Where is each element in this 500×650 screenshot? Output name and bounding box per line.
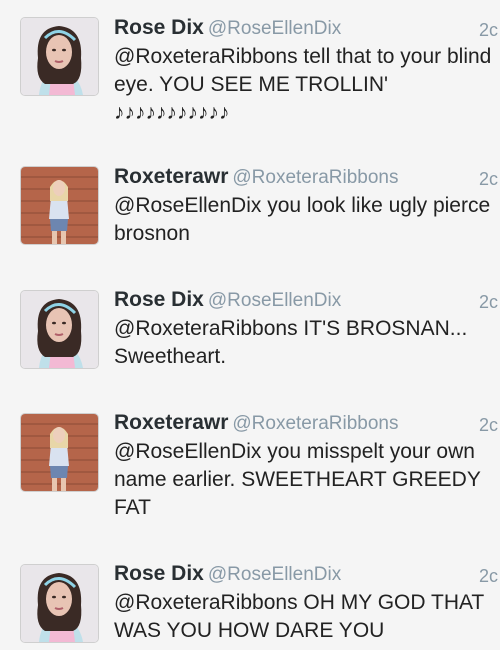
tweet-text: @RoseEllenDix you look like ugly pierce … — [114, 194, 491, 245]
display-name[interactable]: Rose Dix — [114, 16, 204, 39]
tweet-item[interactable]: Rose Dix @RoseEllenDix 2c @RoxeteraRibbon… — [0, 268, 500, 393]
rose-avatar[interactable] — [20, 17, 99, 96]
tweet-item[interactable]: Rose Dix @RoseEllenDix 2c @RoxeteraRibbon… — [0, 0, 500, 147]
user-handle[interactable]: @RoseEllenDix — [208, 18, 341, 39]
tweet-timestamp[interactable]: 2c — [479, 415, 498, 436]
user-handle[interactable]: @RoxeteraRibbons — [232, 167, 398, 188]
user-handle[interactable]: @RoseEllenDix — [208, 290, 341, 311]
tweet-text: @RoxeteraRibbons tell that to your blind… — [114, 45, 492, 124]
tweet-text: @RoxeteraRibbons IT'S BROSNAN... Sweethe… — [114, 317, 468, 368]
rose-avatar[interactable] — [20, 290, 99, 369]
rose-avatar[interactable] — [20, 564, 99, 643]
tweet-timestamp[interactable]: 2c — [479, 566, 498, 587]
tweet-item[interactable]: Roxeterawr @RoxeteraRibbons 2c @RoseEllen… — [0, 392, 500, 544]
display-name[interactable]: Rose Dix — [114, 562, 204, 585]
display-name[interactable]: Roxeterawr — [114, 411, 228, 434]
roxeterawr-avatar[interactable] — [20, 413, 99, 492]
tweet-timestamp[interactable]: 2c — [479, 169, 498, 190]
display-name[interactable]: Roxeterawr — [114, 165, 228, 188]
timeline: Rose Dix @RoseEllenDix 2c @RoxeteraRibbon… — [0, 0, 500, 650]
tweet-text: @RoxeteraRibbons OH MY GOD THAT WAS YOU … — [114, 591, 484, 642]
tweet-text: @RoseEllenDix you misspelt your own name… — [114, 440, 481, 519]
user-handle[interactable]: @RoseEllenDix — [208, 564, 341, 585]
display-name[interactable]: Rose Dix — [114, 288, 204, 311]
tweet-timestamp[interactable]: 2c — [479, 20, 498, 41]
tweet-item[interactable]: Rose Dix @RoseEllenDix 2c @RoxeteraRibbon… — [0, 543, 500, 650]
roxeterawr-avatar[interactable] — [20, 166, 99, 245]
tweet-timestamp[interactable]: 2c — [479, 292, 498, 313]
tweet-item[interactable]: Roxeterawr @RoxeteraRibbons 2c @RoseEllen… — [0, 146, 500, 269]
user-handle[interactable]: @RoxeteraRibbons — [232, 413, 398, 434]
